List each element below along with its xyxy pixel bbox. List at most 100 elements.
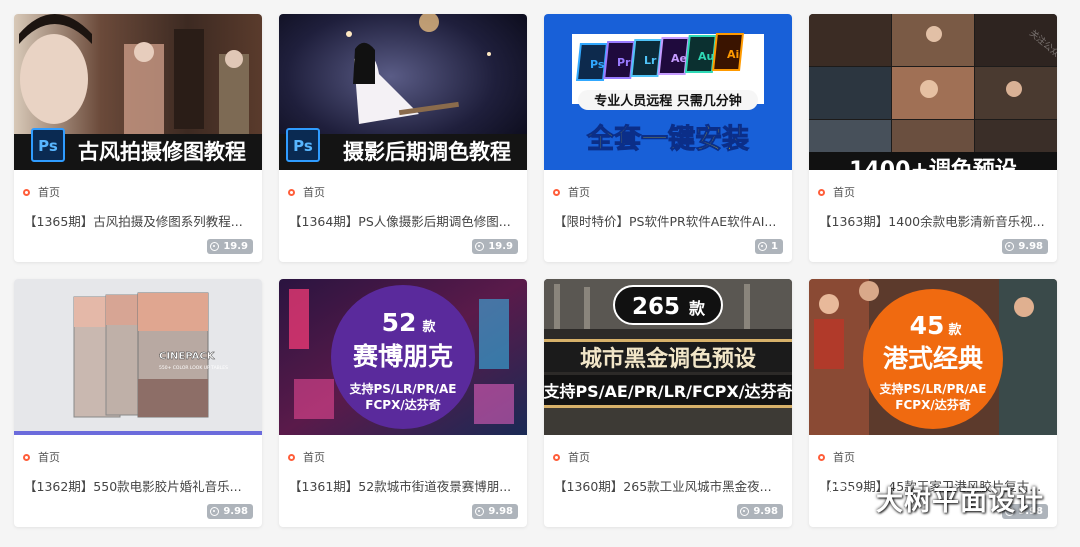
product-title[interactable]: 【1365期】古风拍摄及修图系列教程... [24, 211, 254, 230]
home-dot-icon [553, 453, 560, 461]
product-thumbnail[interactable]: 45 款 港式经典 支持PS/LR/PR/AE FCPX/达芬奇 [809, 279, 1057, 435]
breadcrumb[interactable]: 首页 [818, 449, 855, 465]
price-badge: 9.98 [207, 504, 253, 519]
svg-text:Ai: Ai [727, 48, 739, 61]
breadcrumb-home[interactable]: 首页 [833, 449, 855, 465]
preset-unit: 款 [422, 319, 436, 335]
svg-text:Ps: Ps [590, 58, 605, 71]
breadcrumb[interactable]: 首页 [288, 184, 325, 200]
thumbnail-caption: 港式经典 [883, 344, 983, 373]
product-card[interactable]: 265 款 城市黑金调色预设 支持PS/AE/PR/LR/FCPX/达芬奇 首页… [544, 279, 792, 527]
product-thumbnail[interactable]: 52 款 赛博朋克 支持PS/LR/PR/AE FCPX/达芬奇 [279, 279, 527, 435]
price-value: 9.98 [1018, 506, 1043, 517]
coin-icon [740, 507, 750, 516]
product-card[interactable]: Ps 摄影后期调色教程 首页 【1364期】PS人像摄影后期调色修图... 19… [279, 14, 527, 262]
breadcrumb-home[interactable]: 首页 [38, 449, 60, 465]
preset-count: 52 [382, 308, 417, 337]
coin-icon [475, 242, 485, 251]
product-card[interactable]: 45 款 港式经典 支持PS/LR/PR/AE FCPX/达芬奇 首页 【135… [809, 279, 1057, 527]
svg-text:Pr: Pr [617, 56, 631, 69]
box-title: CINEPACK [159, 351, 216, 362]
product-title[interactable]: 【1364期】PS人像摄影后期调色修图... [289, 211, 519, 230]
breadcrumb-home[interactable]: 首页 [833, 184, 855, 200]
product-thumbnail[interactable]: Ps 摄影后期调色教程 [279, 14, 527, 170]
breadcrumb-home[interactable]: 首页 [303, 449, 325, 465]
breadcrumb-home[interactable]: 首页 [568, 449, 590, 465]
product-grid: Ps 古风拍摄修图教程 首页 【1365期】古风拍摄及修图系列教程... 19.… [14, 14, 1057, 527]
product-card[interactable]: CINEPACK 550+ COLOR LOOK UP TABLES 首页 【1… [14, 279, 262, 527]
product-card[interactable]: Ps Pr Lr Ae Au Ai 专业人员远程 只需几分钟 全套一键安装 首页… [544, 14, 792, 262]
home-dot-icon [553, 188, 560, 196]
coin-icon [210, 507, 220, 516]
price-value: 9.98 [488, 506, 513, 517]
breadcrumb-home[interactable]: 首页 [38, 184, 60, 200]
price-value: 9.98 [1018, 241, 1043, 252]
ps-app-icon: Ps [38, 137, 58, 155]
thumbnail-subtitle: 专业人员远程 只需几分钟 [594, 93, 742, 109]
support-line-2: FCPX/达芬奇 [895, 397, 970, 412]
product-thumbnail[interactable]: CINEPACK 550+ COLOR LOOK UP TABLES [14, 279, 262, 435]
coin-icon [475, 507, 485, 516]
price-badge: 9.98 [737, 504, 783, 519]
home-dot-icon [288, 453, 295, 461]
price-badge: 19.9 [207, 239, 253, 254]
product-title[interactable]: 【1362期】550款电影胶片婚礼音乐... [24, 476, 254, 495]
svg-text:Ae: Ae [671, 52, 687, 65]
support-line-1: 支持PS/LR/PR/AE [349, 381, 457, 396]
thumbnail-caption: 1400+调色预设 [849, 157, 1017, 170]
product-thumbnail[interactable]: Ps Pr Lr Ae Au Ai 专业人员远程 只需几分钟 全套一键安装 [544, 14, 792, 170]
svg-text:Lr: Lr [644, 54, 657, 67]
svg-text:Au: Au [698, 50, 714, 63]
support-line-1: 支持PS/LR/PR/AE [879, 381, 987, 396]
breadcrumb[interactable]: 首页 [23, 449, 60, 465]
breadcrumb[interactable]: 首页 [23, 184, 60, 200]
thumbnail-caption: 城市黑金调色预设 [580, 346, 756, 372]
thumbnail-caption: 摄影后期调色教程 [343, 140, 511, 164]
price-badge: 9.98 [472, 504, 518, 519]
ps-app-icon: Ps [293, 137, 313, 155]
price-value: 1 [771, 241, 778, 252]
product-card[interactable]: Ps 古风拍摄修图教程 首页 【1365期】古风拍摄及修图系列教程... 19.… [14, 14, 262, 262]
breadcrumb[interactable]: 首页 [553, 184, 590, 200]
price-badge: 1 [755, 239, 783, 254]
thumbnail-caption: 全套一键安装 [586, 123, 749, 155]
price-badge: 9.98 [1002, 504, 1048, 519]
product-title[interactable]: 【1360期】265款工业风城市黑金夜... [554, 476, 784, 495]
coin-icon [210, 242, 220, 251]
product-title[interactable]: 【1359期】45款王家卫港风胶片复古... [819, 476, 1049, 495]
product-thumbnail[interactable]: 265 款 城市黑金调色预设 支持PS/AE/PR/LR/FCPX/达芬奇 [544, 279, 792, 435]
price-badge: 9.98 [1002, 239, 1048, 254]
product-thumbnail[interactable]: Ps 古风拍摄修图教程 [14, 14, 262, 170]
preset-count: 45 [910, 311, 945, 340]
price-value: 19.9 [488, 241, 513, 252]
preset-count: 265 [632, 294, 680, 320]
breadcrumb-home[interactable]: 首页 [303, 184, 325, 200]
home-dot-icon [818, 188, 825, 196]
breadcrumb-home[interactable]: 首页 [568, 184, 590, 200]
price-value: 9.98 [223, 506, 248, 517]
breadcrumb[interactable]: 首页 [288, 449, 325, 465]
breadcrumb[interactable]: 首页 [818, 184, 855, 200]
coin-icon [758, 242, 768, 251]
breadcrumb[interactable]: 首页 [553, 449, 590, 465]
product-card[interactable]: 关注公众号 · 图雅专 1400+调色预设 首页 【1363期】1400余款电影… [809, 14, 1057, 262]
box-subtitle: 550+ COLOR LOOK UP TABLES [159, 365, 228, 371]
support-line-1: 支持PS/AE/PR/LR/FCPX/达芬奇 [544, 382, 792, 401]
support-line-2: FCPX/达芬奇 [365, 397, 440, 412]
home-dot-icon [288, 188, 295, 196]
home-dot-icon [818, 453, 825, 461]
thumbnail-caption: 古风拍摄修图教程 [78, 140, 246, 164]
preset-unit: 款 [948, 322, 962, 338]
preset-unit: 款 [689, 299, 706, 318]
home-dot-icon [23, 453, 30, 461]
product-title[interactable]: 【1361期】52款城市街道夜景赛博朋... [289, 476, 519, 495]
price-value: 19.9 [223, 241, 248, 252]
price-badge: 19.9 [472, 239, 518, 254]
product-thumbnail[interactable]: 关注公众号 · 图雅专 1400+调色预设 [809, 14, 1057, 170]
coin-icon [1005, 242, 1015, 251]
price-value: 9.98 [753, 506, 778, 517]
product-card[interactable]: 52 款 赛博朋克 支持PS/LR/PR/AE FCPX/达芬奇 首页 【136… [279, 279, 527, 527]
product-title[interactable]: 【1363期】1400余款电影清新音乐视... [819, 211, 1049, 230]
product-title[interactable]: 【限时特价】PS软件PR软件AE软件AI... [554, 211, 784, 230]
coin-icon [1005, 507, 1015, 516]
